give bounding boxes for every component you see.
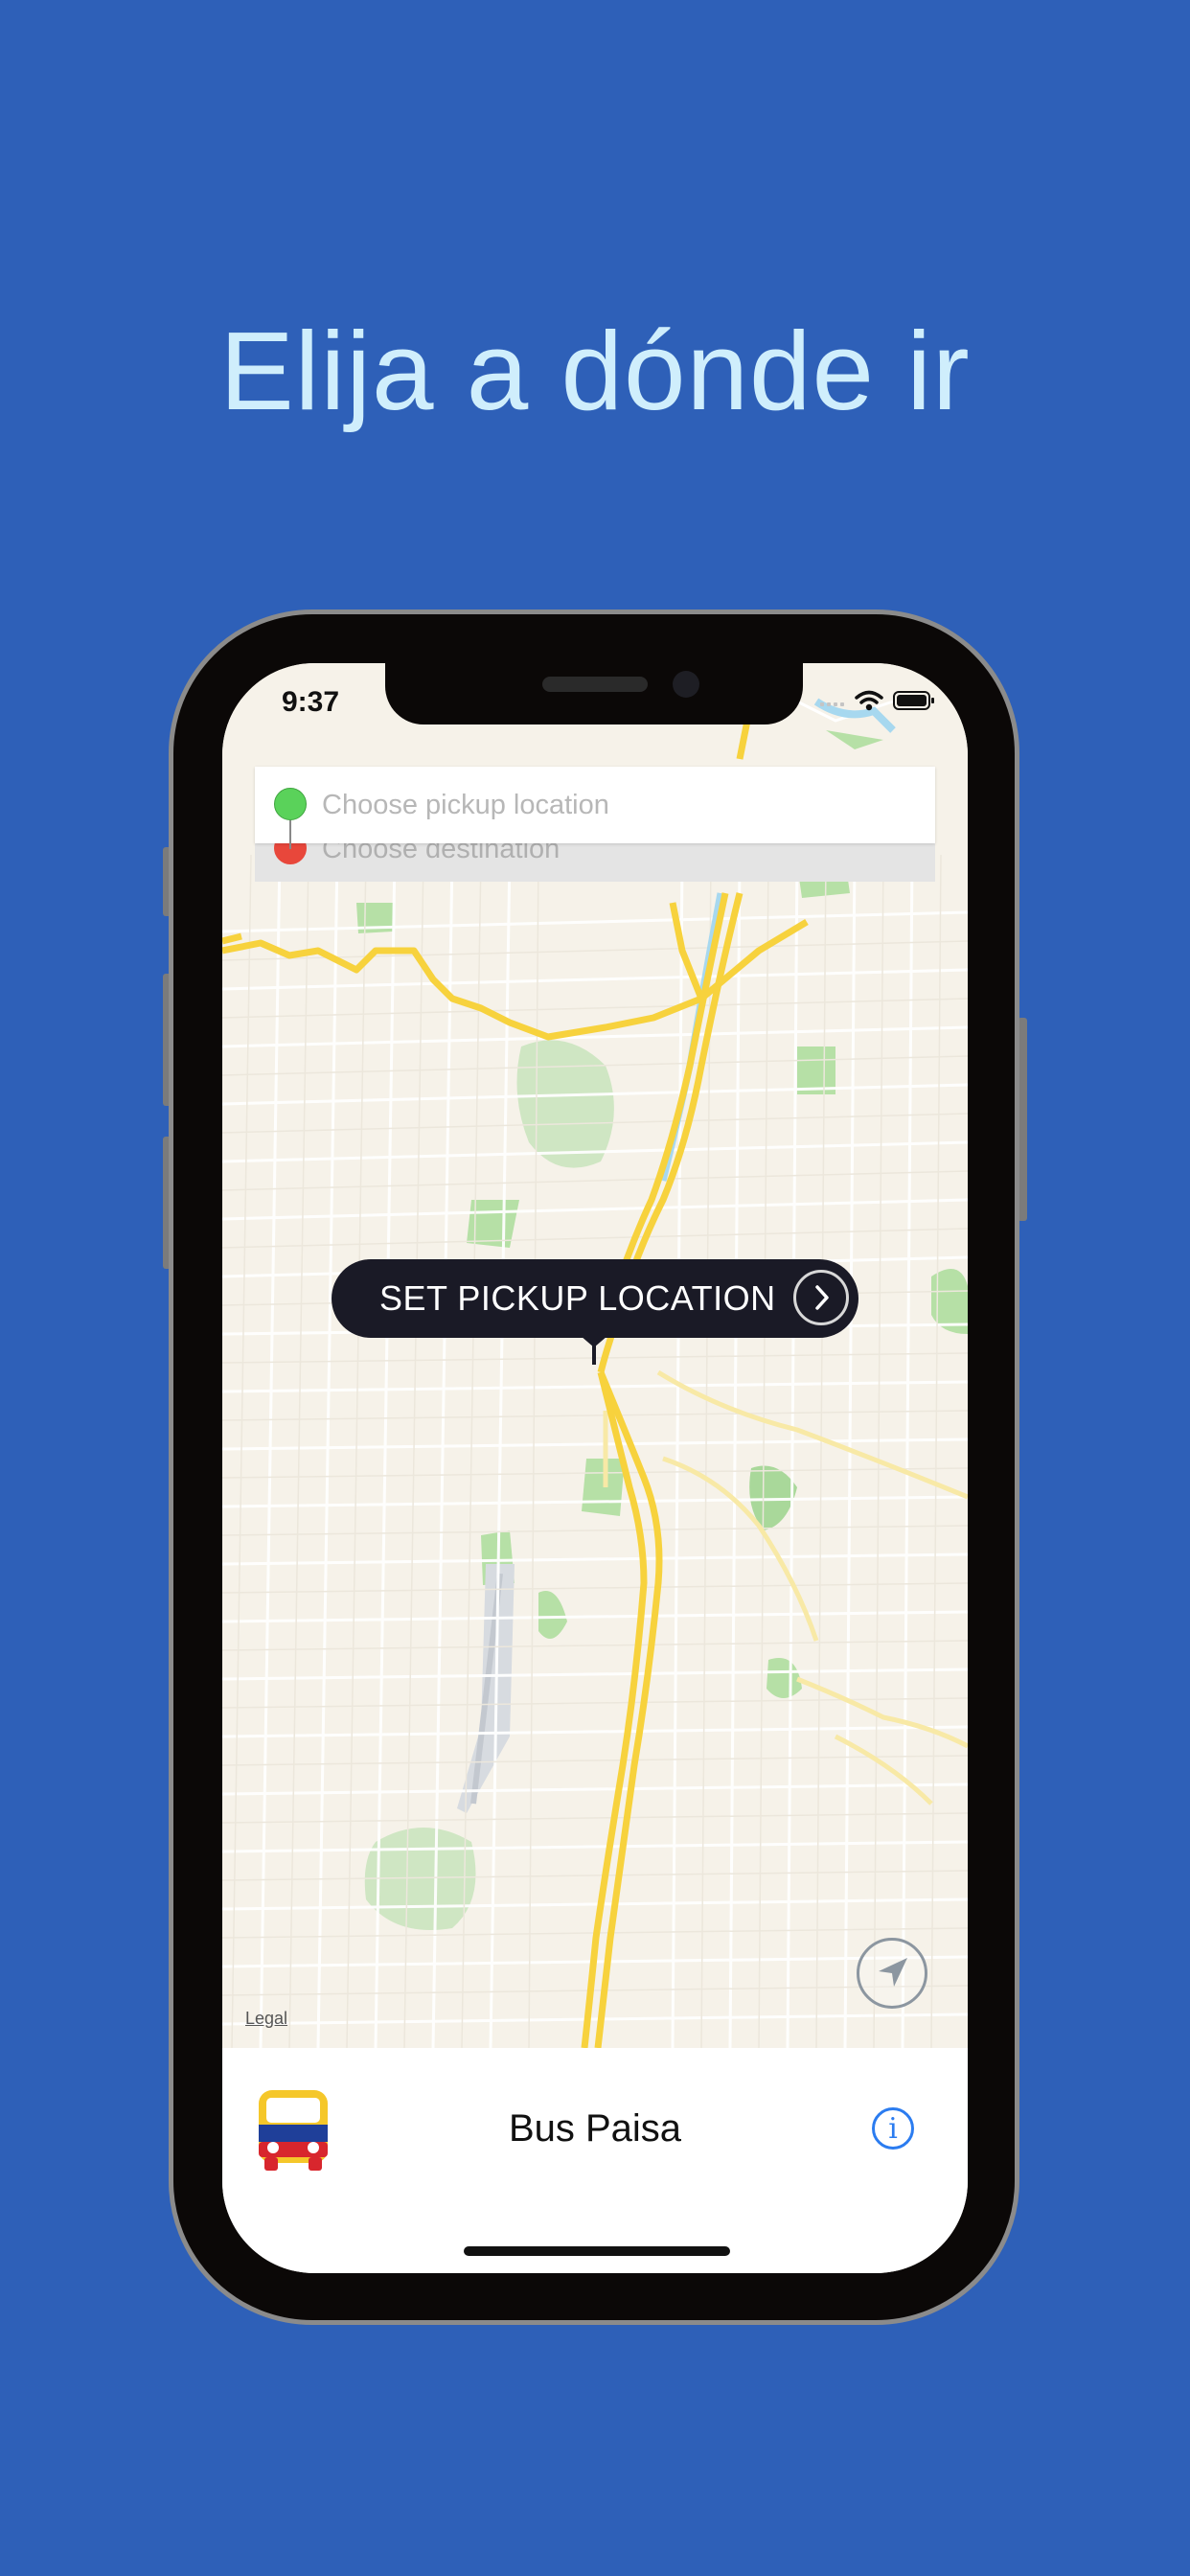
phone-screen: 9:37 Choose destination Choose pickup lo… [222, 663, 968, 2273]
notch [385, 663, 803, 724]
legal-link[interactable]: Legal [245, 2009, 287, 2029]
signal-icon [820, 702, 844, 706]
pickup-dot-icon [274, 788, 307, 820]
app-name: Bus Paisa [508, 2107, 682, 2150]
pickup-placeholder: Choose pickup location [322, 790, 609, 820]
promo-headline: Elija a dónde ir [219, 309, 971, 433]
status-time: 9:37 [282, 686, 340, 718]
wifi-icon [855, 690, 883, 711]
pin-label: SET PICKUP LOCATION [379, 1278, 776, 1318]
battery-icon [893, 691, 934, 710]
location-arrow-icon[interactable] [857, 1938, 927, 2009]
pickup-field[interactable]: Choose pickup location [255, 767, 935, 849]
destination-field[interactable]: Choose destination [255, 843, 935, 882]
destination-placeholder: Choose destination [322, 843, 561, 864]
route-connector [289, 820, 291, 849]
set-pickup-location-button[interactable]: SET PICKUP LOCATION [332, 1259, 858, 1338]
bottom-bar: Bus Paisa i [222, 2048, 968, 2273]
speaker [542, 677, 648, 692]
route-search-panel: Choose destination Choose pickup locatio… [255, 767, 935, 889]
chevron-right-icon [793, 1270, 849, 1325]
info-icon[interactable]: i [872, 2107, 914, 2150]
front-camera [673, 671, 699, 698]
pin-stick [592, 1338, 596, 1365]
status-icons [820, 690, 935, 711]
home-indicator[interactable] [464, 2246, 730, 2256]
